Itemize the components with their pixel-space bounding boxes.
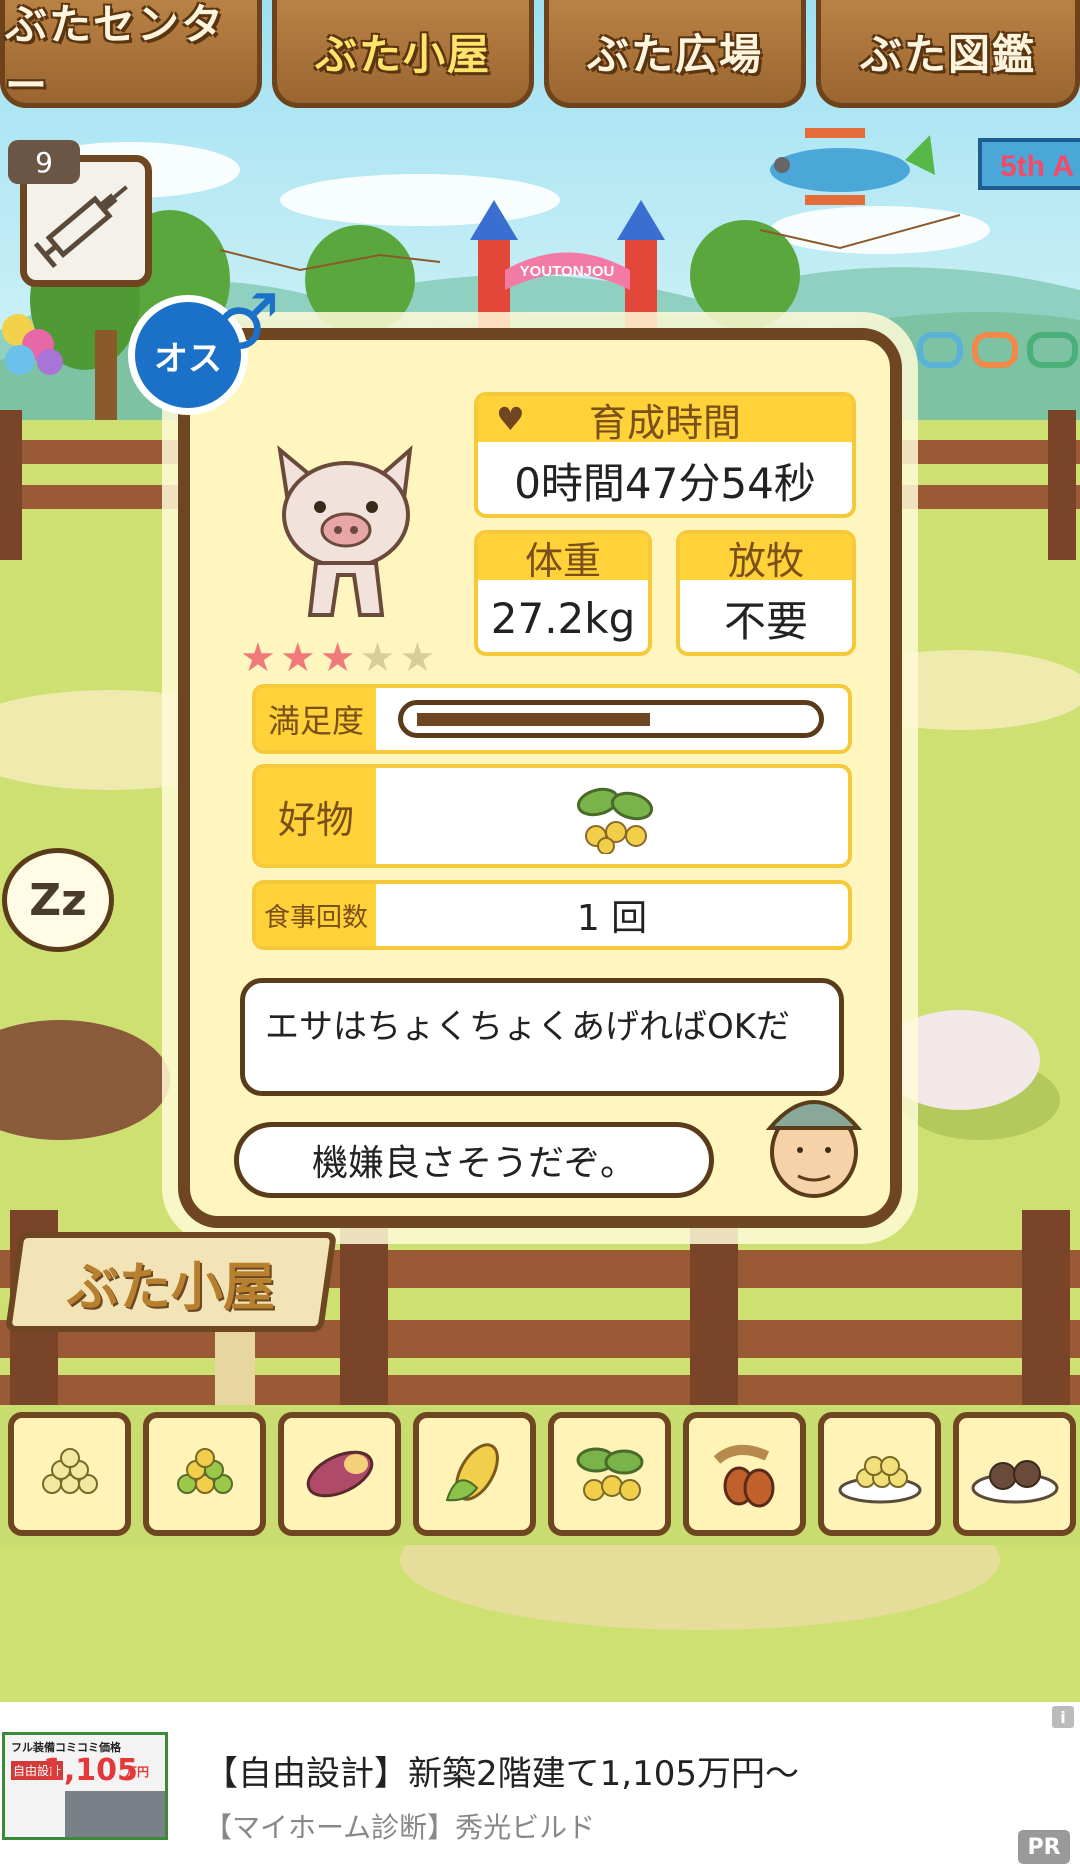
weight-panel: 体重 27.2kg: [474, 530, 652, 656]
feed-pellets-icon: [41, 1448, 98, 1494]
weight-label: 体重: [478, 534, 648, 583]
ad-thumb-unit: 万円: [125, 1765, 150, 1779]
ad-thumb-price: 1,105: [43, 1753, 138, 1788]
grazing-panel: 放牧 不要: [676, 530, 856, 656]
satisfaction-bar: [398, 700, 824, 738]
growth-time-panel: ♥ 育成時間 0時間47分54秒: [474, 392, 856, 518]
corn-icon: [445, 1443, 499, 1502]
star-empty-icon: ★: [359, 635, 396, 681]
food-slot-feed-pellets[interactable]: [8, 1412, 131, 1536]
growth-time-label: 育成時間: [588, 400, 741, 445]
grazing-value: 不要: [723, 596, 808, 646]
star-filled-icon: ★: [240, 635, 276, 681]
star-filled-icon: ★: [279, 635, 316, 681]
sleep-bubble: Zz: [2, 848, 114, 952]
tab-buta-hiroba[interactable]: ぶた広場: [544, 0, 806, 108]
sign-text: ぶた小屋: [66, 1257, 275, 1318]
satisfaction-fill: [417, 713, 650, 726]
satisfaction-row: 満足度: [252, 684, 852, 754]
meals-row: 食事回数 1 回: [252, 880, 852, 950]
star-rating: ★ ★ ★ ★ ★: [240, 638, 460, 678]
sleep-text: Zz: [29, 874, 87, 926]
satisfaction-label: 満足度: [256, 688, 376, 750]
star-empty-icon: ★: [399, 635, 436, 681]
food-slot-plate-pellets[interactable]: [818, 1412, 941, 1536]
star-filled-icon: ★: [319, 635, 356, 681]
mood-bubble: 機嫌良さそうだぞ。: [234, 1122, 714, 1198]
info-icon[interactable]: i: [1052, 1706, 1074, 1728]
food-slot-sweet-potato[interactable]: [278, 1412, 401, 1536]
meals-value: 1 回: [576, 898, 648, 939]
food-slot-plate-meatballs[interactable]: [953, 1412, 1076, 1536]
plate-meatballs-icon: [971, 1460, 1058, 1504]
food-slot-mixed-pellets[interactable]: [143, 1412, 266, 1536]
syringe-count-badge: 9: [8, 140, 80, 184]
acorn-icon: [713, 1445, 774, 1508]
location-sign: ぶた小屋: [4, 1232, 338, 1332]
food-slot-soybean[interactable]: [548, 1412, 671, 1536]
food-slot-acorn[interactable]: [683, 1412, 806, 1536]
pig-status-card: オス ♂ ★ ★ ★ ★ ★ ♥ 育成時間 0時間47分54秒 体重 27.2kg 放牧…: [128, 284, 902, 1228]
sweet-potato-icon: [306, 1450, 373, 1498]
farmer-avatar: [765, 1100, 863, 1198]
favorite-label: 好物: [256, 768, 376, 864]
tab-buta-koya[interactable]: ぶた小屋: [272, 0, 534, 108]
pr-badge: PR: [1018, 1830, 1070, 1864]
ad-banner[interactable]: フル装備コミコミ価格 自由設計 1,105 万円 【自由設計】新築2階建て1,1…: [0, 1702, 1080, 1871]
male-symbol-icon: ♂: [212, 277, 281, 366]
plate-pellets-icon: [838, 1456, 921, 1504]
ad-thumb-house: [65, 1791, 165, 1837]
ad-title[interactable]: 【自由設計】新築2階建て1,105万円〜: [204, 1746, 799, 1795]
food-slot-corn[interactable]: [413, 1412, 536, 1536]
banner-text: 5th A: [1000, 150, 1074, 183]
farmer-tip-text: エサはちょくちょくあげればOKだ: [265, 1007, 791, 1047]
growth-time-value: 0時間47分54秒: [514, 458, 816, 508]
weight-value: 27.2kg: [490, 593, 636, 643]
ad-thumbnail[interactable]: フル装備コミコミ価格 自由設計 1,105 万円: [2, 1732, 168, 1840]
gate-text: YOUTONJOU: [520, 263, 615, 280]
favorite-food-row: 好物: [252, 764, 852, 868]
soybean-icon: [576, 787, 654, 854]
grazing-label: 放牧: [680, 534, 852, 583]
heart-icon: ♥: [496, 400, 525, 438]
meals-label: 食事回数: [256, 884, 376, 946]
pig-portrait: [277, 445, 413, 617]
tab-buta-zukan[interactable]: ぶた図鑑: [816, 0, 1080, 108]
mixed-pellets-icon: [176, 1448, 233, 1494]
mood-text: 機嫌良さそうだぞ。: [311, 1143, 636, 1184]
soybean-icon: [576, 1447, 643, 1501]
ad-subtitle: 【マイホーム診断】秀光ビルド: [204, 1811, 596, 1844]
tab-buta-center[interactable]: ぶたセンター: [0, 0, 262, 110]
farmer-tip-bubble: エサはちょくちょくあげればOKだ: [240, 978, 844, 1096]
